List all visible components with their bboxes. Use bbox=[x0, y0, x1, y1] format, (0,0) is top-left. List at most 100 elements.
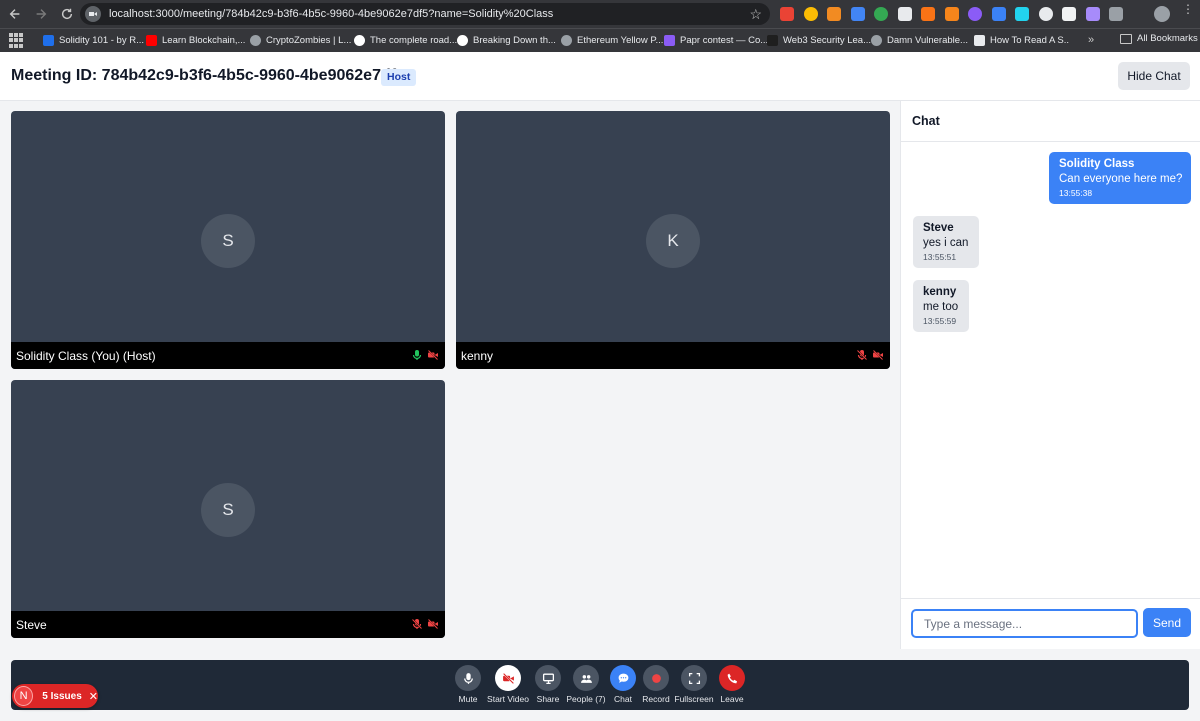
people-control[interactable]: People (7) bbox=[566, 665, 606, 704]
message-time: 13:55:38 bbox=[1059, 188, 1093, 198]
url-text[interactable]: localhost:3000/meeting/784b42c9-b3f6-4b5… bbox=[109, 8, 553, 20]
bookmark-item[interactable]: Ethereum Yellow P... bbox=[561, 35, 664, 46]
meeting-header: Meeting ID: 784b42c9-b3f6-4b5c-9960-4be9… bbox=[0, 52, 1200, 101]
bookmark-item[interactable]: Damn Vulnerable... bbox=[871, 35, 974, 46]
host-badge: Host bbox=[381, 69, 417, 86]
people-button[interactable] bbox=[573, 665, 599, 691]
bookmark-item[interactable]: Learn Blockchain,... bbox=[146, 35, 250, 46]
fullscreen-icon bbox=[688, 672, 700, 684]
participant-name: kenny bbox=[461, 348, 494, 363]
chat-header: Chat bbox=[901, 101, 1200, 142]
bookmark-item[interactable]: How To Read A S... bbox=[974, 35, 1069, 46]
reload-button[interactable] bbox=[56, 3, 78, 25]
extension-icon[interactable] bbox=[921, 7, 935, 21]
record-control[interactable]: Record bbox=[641, 665, 671, 704]
forward-button[interactable] bbox=[30, 3, 52, 25]
bookmark-item[interactable]: Papr contest — Co... bbox=[664, 35, 767, 46]
fullscreen-control[interactable]: Fullscreen bbox=[674, 665, 714, 704]
back-button[interactable] bbox=[4, 3, 26, 25]
browser-menu-icon[interactable]: ⋮ bbox=[1182, 3, 1194, 15]
share-control[interactable]: Share bbox=[535, 665, 561, 704]
arrow-left-icon bbox=[9, 9, 20, 19]
chat-button[interactable] bbox=[610, 665, 636, 691]
extension-icon[interactable] bbox=[991, 7, 1006, 21]
message-time: 13:55:51 bbox=[923, 252, 957, 262]
people-icon bbox=[580, 674, 592, 683]
issues-toast[interactable]: N 5 Issues ✕ bbox=[12, 684, 98, 708]
control-area: Mute Start Video Share People (7) Chat R… bbox=[0, 649, 1200, 721]
message-time: 13:55:59 bbox=[923, 316, 957, 326]
video-grid: S Solidity Class (You) (Host) K kenny S … bbox=[0, 101, 900, 649]
microphone-icon bbox=[412, 350, 422, 360]
start-video-button[interactable] bbox=[495, 665, 521, 691]
participant-tile: S Solidity Class (You) (Host) bbox=[11, 111, 445, 369]
participant-avatar: K bbox=[646, 214, 700, 268]
send-button[interactable]: Send bbox=[1143, 608, 1191, 637]
extension-icon[interactable] bbox=[1015, 7, 1029, 21]
video-off-icon bbox=[427, 618, 439, 630]
extension-icon[interactable] bbox=[968, 7, 982, 21]
control-label: Share bbox=[536, 694, 560, 704]
address-bar[interactable]: localhost:3000/meeting/784b42c9-b3f6-4b5… bbox=[80, 3, 770, 25]
chat-title: Chat bbox=[912, 114, 940, 128]
share-button[interactable] bbox=[535, 665, 561, 691]
message-text: me too bbox=[923, 301, 959, 313]
extension-icon[interactable] bbox=[897, 7, 912, 21]
bookmark-item[interactable]: Web3 Security Lea... bbox=[767, 35, 871, 46]
leave-control[interactable]: Leave bbox=[719, 665, 745, 704]
control-label: Start Video bbox=[487, 694, 529, 704]
chat-message-input[interactable] bbox=[911, 609, 1138, 638]
close-icon[interactable]: ✕ bbox=[89, 690, 98, 703]
youtube-icon bbox=[146, 35, 157, 46]
participant-name: Steve bbox=[16, 617, 47, 632]
bookmark-item[interactable]: Solidity 101 - by R... bbox=[43, 35, 146, 46]
participant-avatar: S bbox=[201, 483, 255, 537]
participant-name: Solidity Class (You) (Host) bbox=[16, 348, 156, 363]
profile-avatar[interactable] bbox=[1154, 6, 1170, 22]
control-label: Mute bbox=[458, 694, 478, 704]
mute-control[interactable]: Mute bbox=[455, 665, 481, 704]
bookmark-item[interactable]: CryptoZombies | L... bbox=[250, 35, 354, 46]
folder-icon bbox=[1120, 33, 1132, 44]
extension-icon[interactable] bbox=[1038, 7, 1053, 21]
participant-nameplate: Solidity Class (You) (Host) bbox=[11, 342, 445, 369]
phone-icon bbox=[727, 673, 737, 683]
mute-button[interactable] bbox=[455, 665, 481, 691]
control-label: Leave bbox=[720, 694, 744, 704]
message-sender: Steve bbox=[923, 222, 954, 234]
microphone-icon bbox=[463, 672, 473, 684]
hide-chat-button[interactable]: Hide Chat bbox=[1118, 62, 1190, 90]
site-info-icon[interactable] bbox=[85, 6, 101, 22]
more-bookmarks-icon[interactable]: » bbox=[1088, 34, 1094, 46]
control-label: Fullscreen bbox=[674, 694, 714, 704]
video-off-icon bbox=[427, 349, 439, 361]
issues-count[interactable]: 5 Issues bbox=[42, 691, 81, 702]
extension-icon[interactable] bbox=[850, 7, 865, 21]
leave-button[interactable] bbox=[719, 665, 745, 691]
extension-icon[interactable] bbox=[944, 7, 959, 21]
apps-grid-icon[interactable] bbox=[9, 32, 25, 49]
fullscreen-button[interactable] bbox=[681, 665, 707, 691]
message-text: Can everyone here me? bbox=[1059, 173, 1183, 185]
chat-panel: Chat Solidity Class Can everyone here me… bbox=[900, 101, 1200, 649]
video-control[interactable]: Start Video bbox=[486, 665, 530, 704]
chat-control[interactable]: Chat bbox=[610, 665, 636, 704]
extension-icon[interactable] bbox=[1085, 7, 1100, 21]
extension-icon[interactable] bbox=[874, 7, 888, 21]
video-off-icon bbox=[872, 349, 884, 361]
extension-icon[interactable] bbox=[827, 7, 841, 21]
extension-icon[interactable] bbox=[1062, 7, 1076, 21]
bookmark-item[interactable]: Breaking Down th... bbox=[457, 35, 561, 46]
extension-icon[interactable] bbox=[780, 7, 794, 21]
bookmark-item[interactable]: The complete road... bbox=[354, 35, 457, 46]
puzzle-icon[interactable] bbox=[1109, 7, 1123, 21]
reload-icon bbox=[61, 8, 73, 20]
bookmark-star-icon[interactable]: ☆ bbox=[749, 6, 762, 23]
all-bookmarks-button[interactable]: All Bookmarks bbox=[1120, 33, 1198, 44]
chat-composer: Send bbox=[901, 598, 1200, 649]
extension-icon[interactable] bbox=[803, 7, 818, 21]
video-off-icon bbox=[501, 671, 515, 685]
monitor-icon bbox=[542, 673, 554, 684]
participant-tile: S Steve bbox=[11, 380, 445, 638]
record-button[interactable] bbox=[643, 665, 669, 691]
